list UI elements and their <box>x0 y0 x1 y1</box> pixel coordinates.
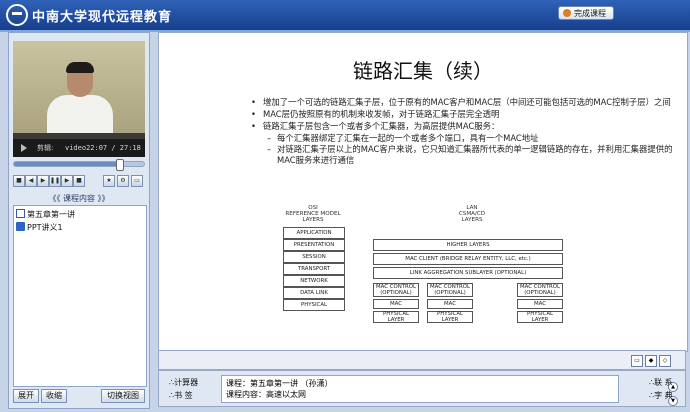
lecturer-figure <box>43 61 113 139</box>
next-button[interactable]: ▶ <box>61 175 73 187</box>
osi-layer-data-link: DATA LINK <box>283 287 345 299</box>
time-readout: video22:07 / 27:18 <box>65 144 141 152</box>
document-icon <box>16 209 25 218</box>
osi-layer-transport: TRANSPORT <box>283 263 345 275</box>
mac-box-2: MAC <box>427 299 473 309</box>
logo-icon <box>6 4 28 26</box>
tree-item-chapter-label: 第五章第一讲 <box>27 210 75 219</box>
settings-button[interactable]: ⚙ <box>117 175 129 187</box>
collapse-button[interactable]: 收缩 <box>41 389 67 403</box>
play-button[interactable]: ▶ <box>37 175 49 187</box>
physical-layer-box-3: PHYSICAL LAYER <box>517 311 563 323</box>
slide-viewer: 链路汇集（续） 增加了一个可选的链路汇集子层，位于原有的MAC客户和MAC层（中… <box>158 32 688 352</box>
cut-label: 剪辑: <box>37 144 54 152</box>
seek-handle[interactable] <box>116 159 125 171</box>
brand-logo: 中南大学现代远程教育 <box>6 4 173 26</box>
video-status-bar: 剪辑: video22:07 / 27:18 <box>13 139 145 157</box>
bullet-1: 增加了一个可选的链路汇集子层，位于原有的MAC客户和MAC层（中间还可能包括可选… <box>249 97 679 108</box>
end-button[interactable]: ■ <box>73 175 85 187</box>
brand-name: 中南大学现代远程教育 <box>32 9 173 25</box>
osi-layer-presentation: PRESENTATION <box>283 239 345 251</box>
physical-layer-box-1: PHYSICAL LAYER <box>373 311 419 323</box>
layout-button[interactable]: ▭ <box>631 355 643 367</box>
tree-item-chapter[interactable]: 第五章第一讲 <box>16 209 75 221</box>
mac-box-1: MAC <box>373 299 419 309</box>
mac-control-box-1: MAC CONTROL (OPTIONAL) <box>373 283 419 297</box>
bottom-panel: ∴计算器 ∴书 签 课程：第五章第一讲 （孙潇） 课程内容：高速以太网 ▲ ▼ ∴… <box>158 370 686 407</box>
arrow-leftright-button[interactable]: ◇ <box>659 355 671 367</box>
bullet-3: 链路汇集子层包含一个或者多个汇集器，为高层提供MAC服务： <box>249 121 679 132</box>
switch-view-button[interactable]: 切换视图 <box>101 389 145 403</box>
osi-layer-application: APPLICATION <box>283 227 345 239</box>
course-line: 课程：第五章第一讲 （孙潇） <box>226 379 333 388</box>
calculator-link[interactable]: ∴计算器 <box>169 377 198 388</box>
finish-course-label: 完成课程 <box>574 9 606 18</box>
header-bar: 中南大学现代远程教育 完成课程 <box>0 0 690 32</box>
layer-diagram: OSI REFERENCE MODEL LAYERS LAN CSMA/CD L… <box>279 205 569 323</box>
star-button[interactable]: ★ <box>103 175 115 187</box>
pause-button[interactable]: ❚❚ <box>49 175 61 187</box>
arrow-updown-button[interactable]: ◆ <box>645 355 657 367</box>
physical-layer-box-2: PHYSICAL LAYER <box>427 311 473 323</box>
player-controls: ■ ◀ ▶ ❚❚ ▶ ■ ★ ⚙ ▭ <box>13 175 145 187</box>
higher-layers-box: HIGHER LAYERS <box>373 239 563 251</box>
course-content-header: 《《 课程内容 》》 <box>48 194 110 203</box>
seek-bar[interactable] <box>13 159 145 171</box>
expand-button[interactable]: 展开 <box>13 389 39 403</box>
osi-layer-session: SESSION <box>283 251 345 263</box>
bullet-2: MAC层仍按照原有的机制来收发帧，对于链路汇集子层完全透明 <box>249 109 679 120</box>
play-icon[interactable] <box>21 144 27 152</box>
mac-control-box-3: MAC CONTROL (OPTIONAL) <box>517 283 563 297</box>
bookmark-link[interactable]: ∴书 签 <box>169 390 193 401</box>
osi-layer-network: NETWORK <box>283 275 345 287</box>
mac-control-box-2: MAC CONTROL (OPTIONAL) <box>427 283 473 297</box>
course-tree: 第五章第一讲 PPT讲义1 <box>13 205 147 387</box>
prev-button[interactable]: ◀ <box>25 175 37 187</box>
seek-fill <box>14 162 120 166</box>
sub-bullet-1: 每个汇集器绑定了汇集在一起的一个或者多个端口，具有一个MAC地址 <box>249 133 679 144</box>
book-icon <box>16 222 25 231</box>
left-panel: 剪辑: video22:07 / 27:18 ■ ◀ ▶ ❚❚ ▶ ■ ★ ⚙ ▭ 《《 课程内… <box>8 32 150 409</box>
fullscreen-button[interactable]: ▭ <box>131 175 143 187</box>
viewer-toolbar: ▭ ◆ ◇ <box>158 350 686 370</box>
sub-bullet-2: 对链路汇集子层以上的MAC客户来说，它只知道汇集器所代表的单一逻辑链路的存在，并… <box>249 144 679 166</box>
dictionary-link[interactable]: ∴字 典 <box>649 390 673 401</box>
contact-link[interactable]: ∴联 系 <box>649 377 673 388</box>
lan-title: LAN CSMA/CD LAYERS <box>458 205 486 223</box>
mac-client-box: MAC CLIENT (BRIDGE RELAY ENTITY, LLC, et… <box>373 253 563 265</box>
finish-course-button[interactable]: 完成课程 <box>558 6 614 20</box>
slide-title: 链路汇集（续） <box>353 59 493 83</box>
mac-box-3: MAC <box>517 299 563 309</box>
stop-button[interactable]: ■ <box>13 175 25 187</box>
video-player[interactable]: 剪辑: video22:07 / 27:18 <box>13 41 145 157</box>
tree-item-ppt-label: PPT讲义1 <box>27 223 63 232</box>
lag-sublayer-box: LINK AGGREGATION SUBLAYER (OPTIONAL) <box>373 267 563 279</box>
finish-icon <box>563 9 571 17</box>
slide-bullets: 增加了一个可选的链路汇集子层，位于原有的MAC客户和MAC层（中间还可能包括可选… <box>249 97 679 166</box>
osi-title: OSI REFERENCE MODEL LAYERS <box>285 205 341 223</box>
content-line: 课程内容：高速以太网 <box>226 390 306 399</box>
course-info-box: 课程：第五章第一讲 （孙潇） 课程内容：高速以太网 ▲ ▼ <box>221 375 678 406</box>
tree-item-ppt[interactable]: PPT讲义1 <box>16 222 63 234</box>
lecturer-hair <box>66 62 94 73</box>
osi-layer-physical: PHYSICAL <box>283 299 345 311</box>
